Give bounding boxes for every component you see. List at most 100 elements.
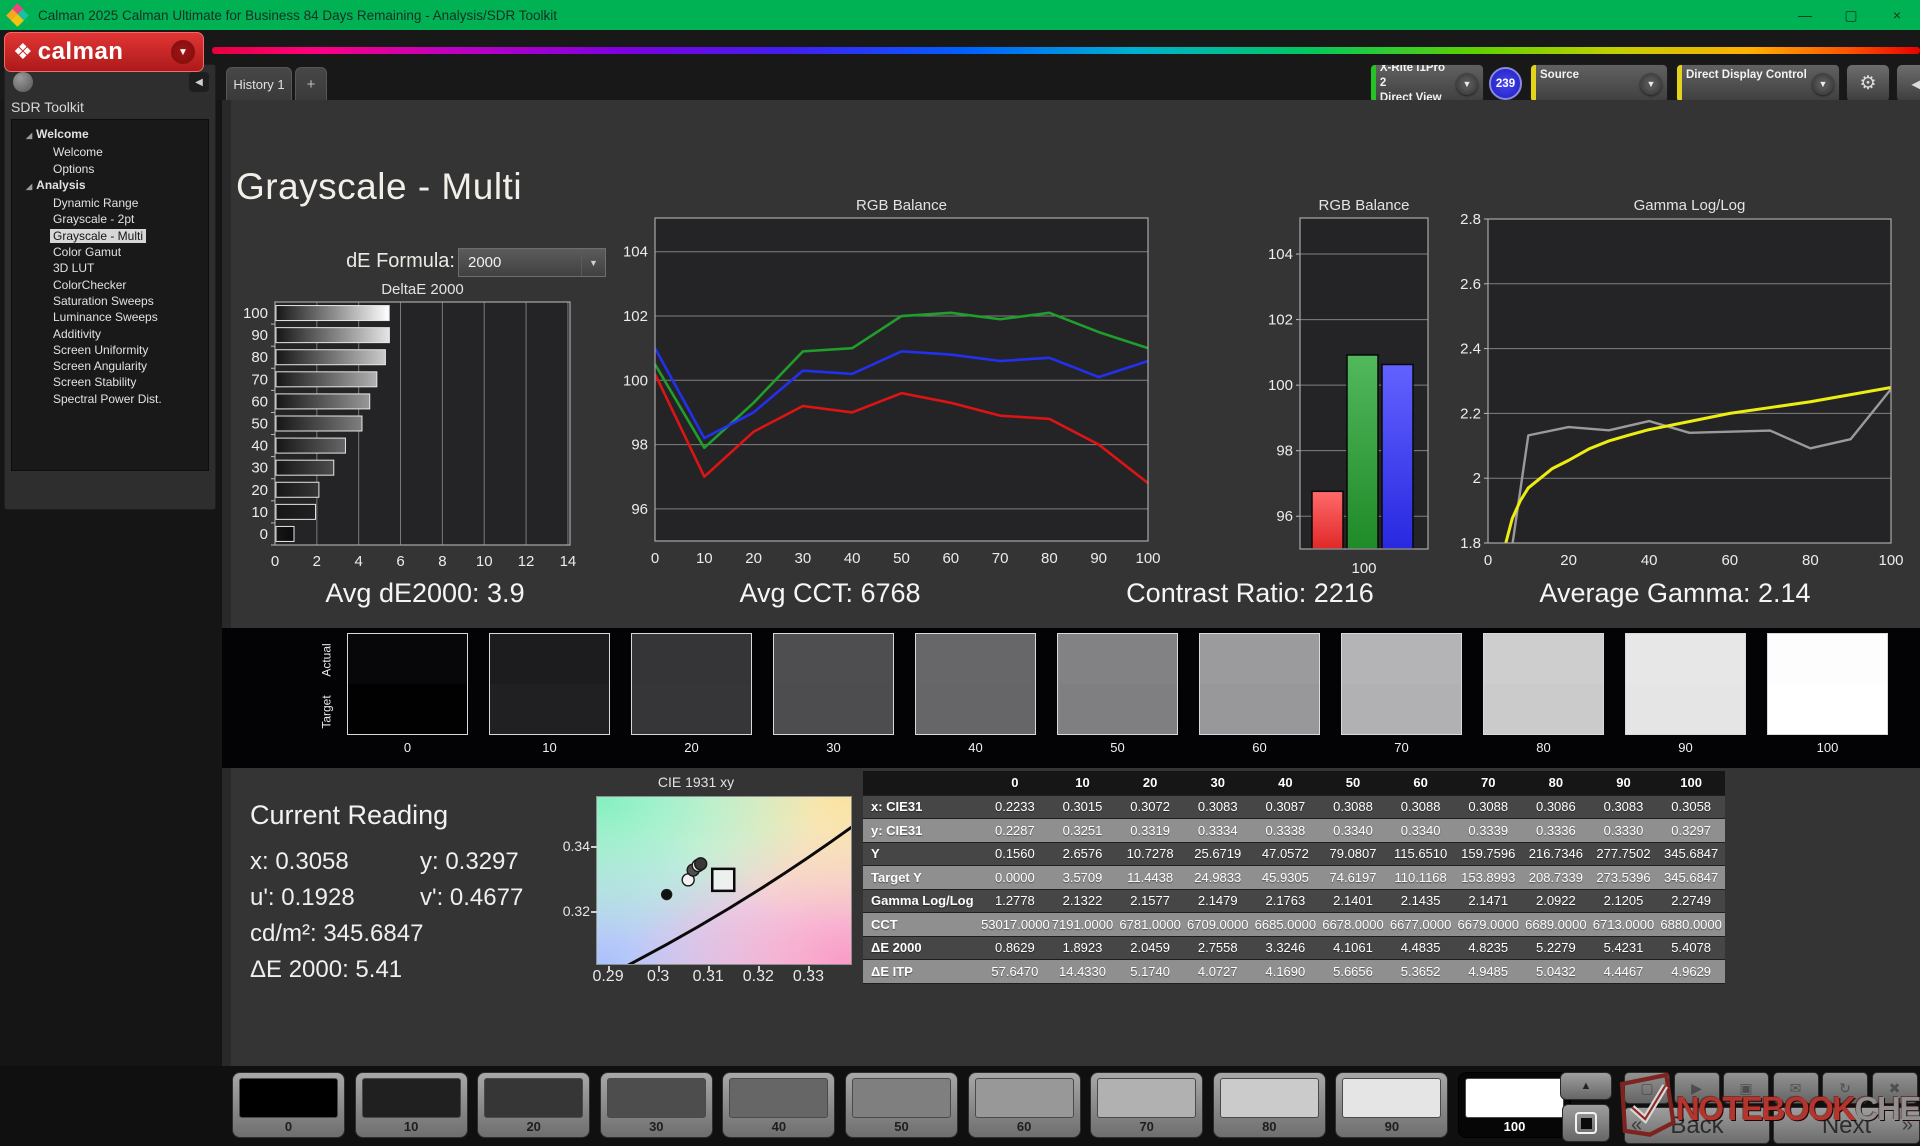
pattern-control-button-5[interactable]: ✖	[1872, 1072, 1918, 1104]
tree-expander-icon[interactable]: ◢	[26, 182, 32, 191]
pattern-control-icon: ▶	[1691, 1080, 1702, 1097]
table-cell: 6685.0000	[1252, 913, 1320, 937]
pattern-tile-30[interactable]: 30	[600, 1072, 713, 1138]
sidebar-item-grayscale-2pt[interactable]: Grayscale - 2pt	[12, 211, 208, 227]
svg-text:20: 20	[745, 550, 762, 567]
sidebar-item-analysis[interactable]: ◢Analysis	[12, 177, 208, 195]
brand-row: ❖ calman ▼	[0, 30, 1920, 64]
sidebar-item-color-gamut[interactable]: Color Gamut	[12, 244, 208, 260]
sidebar-item-grayscale-multi[interactable]: Grayscale - Multi	[12, 228, 208, 244]
pattern-tile-90[interactable]: 90	[1335, 1072, 1448, 1138]
table-cell: 6689.0000	[1522, 913, 1590, 937]
source-dropdown[interactable]: Source ▼	[1530, 64, 1668, 103]
sidebar-item-saturation-sweeps[interactable]: Saturation Sweeps	[12, 293, 208, 309]
tab-history-label: History 1	[233, 77, 284, 92]
meter-dropdown[interactable]: X-Rite i1Pro 2 Direct View ▼	[1370, 64, 1484, 103]
calman-menu-button[interactable]: ❖ calman ▼	[4, 32, 204, 72]
pattern-tile-100[interactable]: 100	[1458, 1072, 1571, 1138]
sidebar-item-screen-uniformity[interactable]: Screen Uniformity	[12, 342, 208, 358]
svg-text:40: 40	[251, 438, 268, 455]
pattern-up-button[interactable]: ▲	[1560, 1072, 1612, 1100]
svg-text:RGB Balance: RGB Balance	[1319, 197, 1410, 214]
table-cell: 5.6656	[1319, 960, 1387, 984]
target-swatch	[1484, 684, 1603, 734]
target-swatch	[490, 684, 609, 734]
tree-expander-icon[interactable]: ◢	[26, 131, 32, 140]
svg-text:90: 90	[251, 327, 268, 344]
sidebar-item-label: Dynamic Range	[50, 196, 141, 210]
table-cell: 79.0807	[1319, 842, 1387, 866]
table-cell: 6709.0000	[1184, 913, 1252, 937]
restore-button[interactable]: ▢	[1828, 0, 1874, 30]
summary-stat-0: Avg dE2000: 3.9	[325, 578, 524, 609]
sidebar-item-options[interactable]: Options	[12, 161, 208, 177]
pattern-control-button-3[interactable]: ✉	[1773, 1072, 1819, 1104]
pattern-tile-20[interactable]: 20	[477, 1072, 590, 1138]
svg-text:4: 4	[355, 553, 363, 570]
reading-cd: cd/m²: 345.6847	[250, 920, 423, 948]
next-button[interactable]: Next »	[1773, 1107, 1920, 1144]
sidebar-item-3d-lut[interactable]: 3D LUT	[12, 260, 208, 276]
table-cell: 4.0727	[1184, 960, 1252, 984]
sidebar-collapse-button[interactable]: ◀	[189, 72, 209, 92]
add-tab-button[interactable]: +	[295, 67, 327, 100]
actual-swatch	[348, 634, 467, 684]
pattern-window-button[interactable]	[1562, 1104, 1610, 1142]
table-cell: 14.4330	[1049, 960, 1117, 984]
pattern-tile-80[interactable]: 80	[1213, 1072, 1326, 1138]
table-cell: 4.1061	[1319, 936, 1387, 960]
meter-count-badge[interactable]: 239	[1489, 67, 1522, 100]
tab-history-1[interactable]: History 1	[226, 67, 292, 100]
sidebar-item-spectral-power-dist-[interactable]: Spectral Power Dist.	[12, 391, 208, 407]
sidebar-item-colorchecker[interactable]: ColorChecker	[12, 277, 208, 293]
sidebar-item-luminance-sweeps[interactable]: Luminance Sweeps	[12, 309, 208, 325]
pattern-tile-swatch	[1097, 1078, 1196, 1118]
pattern-tile-10[interactable]: 10	[355, 1072, 468, 1138]
close-button[interactable]: ×	[1874, 0, 1920, 30]
sidebar-handle-icon[interactable]	[13, 72, 33, 92]
sidebar-item-screen-angularity[interactable]: Screen Angularity	[12, 358, 208, 374]
pattern-control-button-4[interactable]: ↻	[1822, 1072, 1868, 1104]
display-control-dropdown[interactable]: Direct Display Control ▼	[1676, 64, 1840, 103]
svg-text:98: 98	[1276, 443, 1293, 460]
table-cell: 0.3058	[1657, 795, 1725, 819]
svg-text:2.4: 2.4	[1460, 341, 1481, 358]
svg-text:2.2: 2.2	[1460, 405, 1481, 422]
chevron-down-icon[interactable]: ▼	[171, 40, 195, 64]
pattern-tile-60[interactable]: 60	[968, 1072, 1081, 1138]
de-formula-select[interactable]: 2000 ▼	[458, 248, 606, 277]
table-row: Y0.15602.657610.727825.671947.057279.080…	[863, 842, 1725, 866]
pattern-tile-40[interactable]: 40	[722, 1072, 835, 1138]
sidebar-item-additivity[interactable]: Additivity	[12, 326, 208, 342]
table-row-label: y: CIE31	[863, 819, 981, 843]
pattern-tile-70[interactable]: 70	[1090, 1072, 1203, 1138]
pattern-tile-0[interactable]: 0	[232, 1072, 345, 1138]
table-cell: 5.2279	[1522, 936, 1590, 960]
sidebar-item-label: Additivity	[50, 327, 104, 341]
pattern-control-button-1[interactable]: ▶	[1674, 1072, 1720, 1104]
table-cell: 0.3336	[1522, 819, 1590, 843]
pattern-control-button-0[interactable]: ▢	[1624, 1072, 1670, 1104]
actual-swatch	[632, 634, 751, 684]
minimize-button[interactable]: —	[1782, 0, 1828, 30]
table-cell: 153.8993	[1454, 866, 1522, 890]
pattern-tile-50[interactable]: 50	[845, 1072, 958, 1138]
pattern-tile-swatch	[852, 1078, 951, 1118]
svg-text:100: 100	[243, 305, 268, 322]
settings-button[interactable]: ⚙	[1846, 64, 1890, 103]
swatch-box-40	[915, 633, 1036, 735]
pattern-control-icon: ↻	[1839, 1080, 1851, 1097]
pattern-control-button-2[interactable]: ▣	[1723, 1072, 1769, 1104]
sidebar-item-dynamic-range[interactable]: Dynamic Range	[12, 195, 208, 211]
sidebar-item-screen-stability[interactable]: Screen Stability	[12, 374, 208, 390]
table-cell: 5.1740	[1116, 960, 1184, 984]
reading-x: x: 0.3058	[250, 848, 349, 876]
back-button[interactable]: « Back	[1624, 1107, 1770, 1144]
cie-ytick-mark	[591, 846, 597, 848]
sidebar-item-welcome[interactable]: ◢Welcome	[12, 126, 208, 144]
sidebar-item-welcome[interactable]: Welcome	[12, 144, 208, 160]
collapse-right-panel-button[interactable]: ◀	[1896, 64, 1920, 103]
pattern-tile-swatch	[239, 1078, 338, 1118]
pattern-tile-swatch	[729, 1078, 828, 1118]
svg-text:10: 10	[696, 550, 713, 567]
